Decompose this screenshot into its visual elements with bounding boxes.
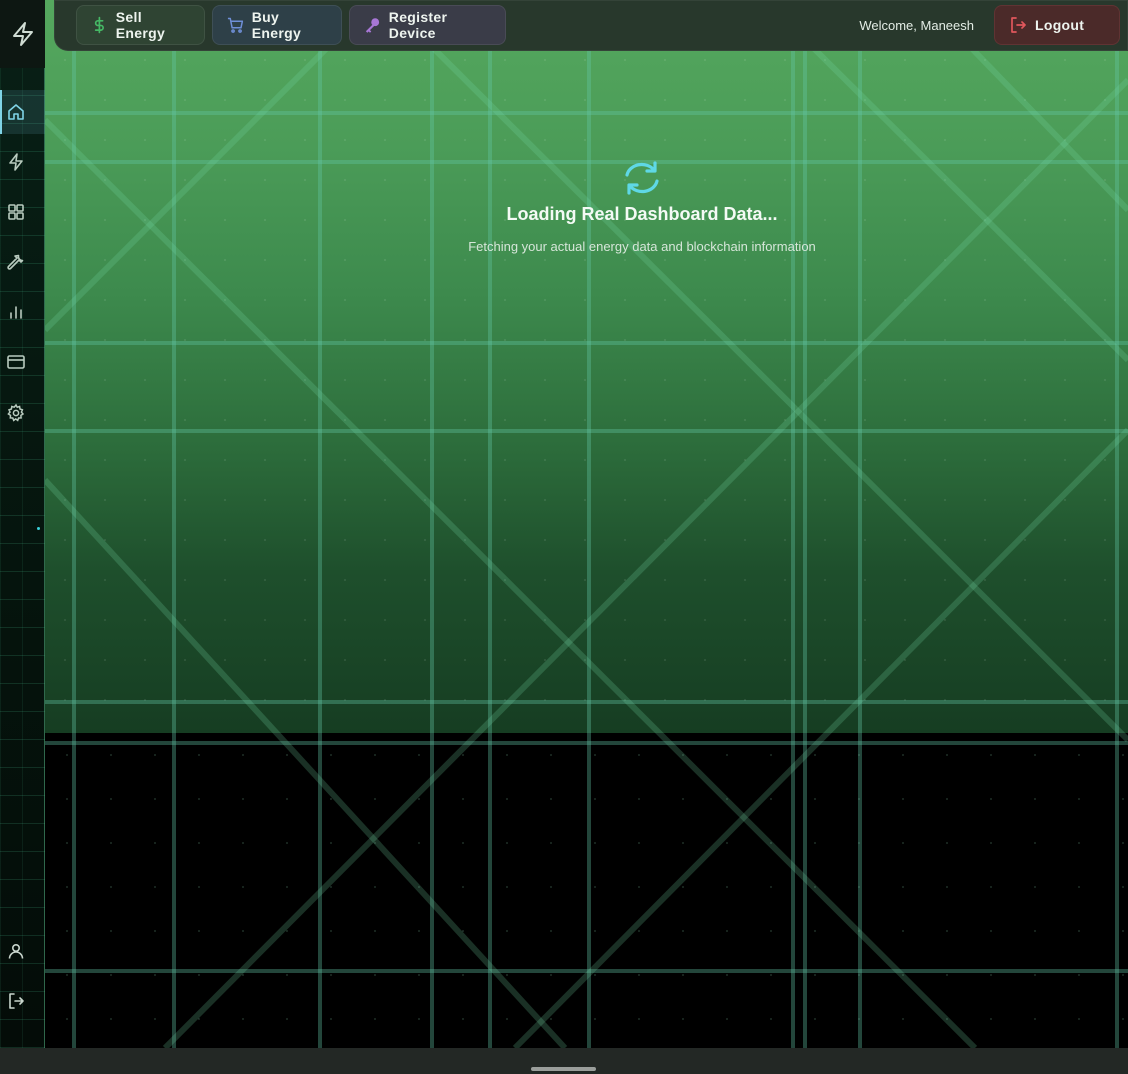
loading-subtitle: Fetching your actual energy data and blo…	[468, 239, 816, 254]
sidebar-item-profile[interactable]	[0, 929, 45, 973]
sidebar-item-payments[interactable]	[0, 340, 45, 384]
sidebar-item-dashboard[interactable]	[0, 190, 45, 234]
sidebar-item-settings[interactable]	[0, 391, 45, 435]
logout-icon	[1011, 17, 1026, 33]
sell-energy-button[interactable]: Sell Energy	[76, 5, 205, 45]
sidebar-item-sign-out[interactable]	[0, 979, 45, 1023]
sidebar-indicator-dot	[37, 527, 40, 530]
buy-energy-label: Buy Energy	[251, 9, 302, 41]
top-navigation-bar: Sell Energy Buy Energy Register Device W…	[54, 0, 1128, 51]
loading-title: Loading Real Dashboard Data...	[506, 204, 778, 224]
logout-button[interactable]: Logout	[994, 5, 1120, 45]
shopping-cart-icon	[227, 17, 244, 33]
wrench-icon	[7, 254, 24, 270]
sell-energy-label: Sell Energy	[115, 9, 166, 41]
app-logo[interactable]	[0, 0, 45, 68]
buy-energy-button[interactable]: Buy Energy	[212, 5, 342, 45]
background-grid-lines	[45, 0, 1128, 1048]
sidebar-item-energy[interactable]	[0, 140, 45, 184]
user-icon	[8, 943, 24, 959]
sidebar	[0, 0, 45, 1048]
dollar-icon	[94, 16, 104, 34]
register-device-label: Register Device	[388, 9, 448, 41]
loading-state: Loading Real Dashboard Data... Fetching …	[442, 160, 842, 254]
register-device-button[interactable]: Register Device	[349, 5, 506, 45]
main-content: Loading Real Dashboard Data... Fetching …	[45, 0, 1128, 1048]
sidebar-item-analytics[interactable]	[0, 290, 45, 334]
sidebar-item-devices[interactable]	[0, 240, 45, 284]
welcome-message: Welcome, Maneesh	[859, 18, 974, 33]
home-icon	[8, 104, 24, 120]
lightning-bolt-icon	[12, 22, 33, 46]
credit-card-icon	[7, 355, 25, 369]
lightning-icon	[9, 153, 23, 171]
logout-icon	[9, 993, 24, 1009]
bar-chart-icon	[10, 306, 22, 319]
logout-label: Logout	[1035, 17, 1085, 33]
home-indicator[interactable]	[531, 1067, 596, 1071]
key-icon	[365, 18, 380, 33]
grid-icon	[8, 204, 24, 220]
gear-icon	[7, 403, 25, 422]
refresh-icon	[625, 161, 659, 195]
sidebar-item-home[interactable]	[0, 90, 45, 134]
